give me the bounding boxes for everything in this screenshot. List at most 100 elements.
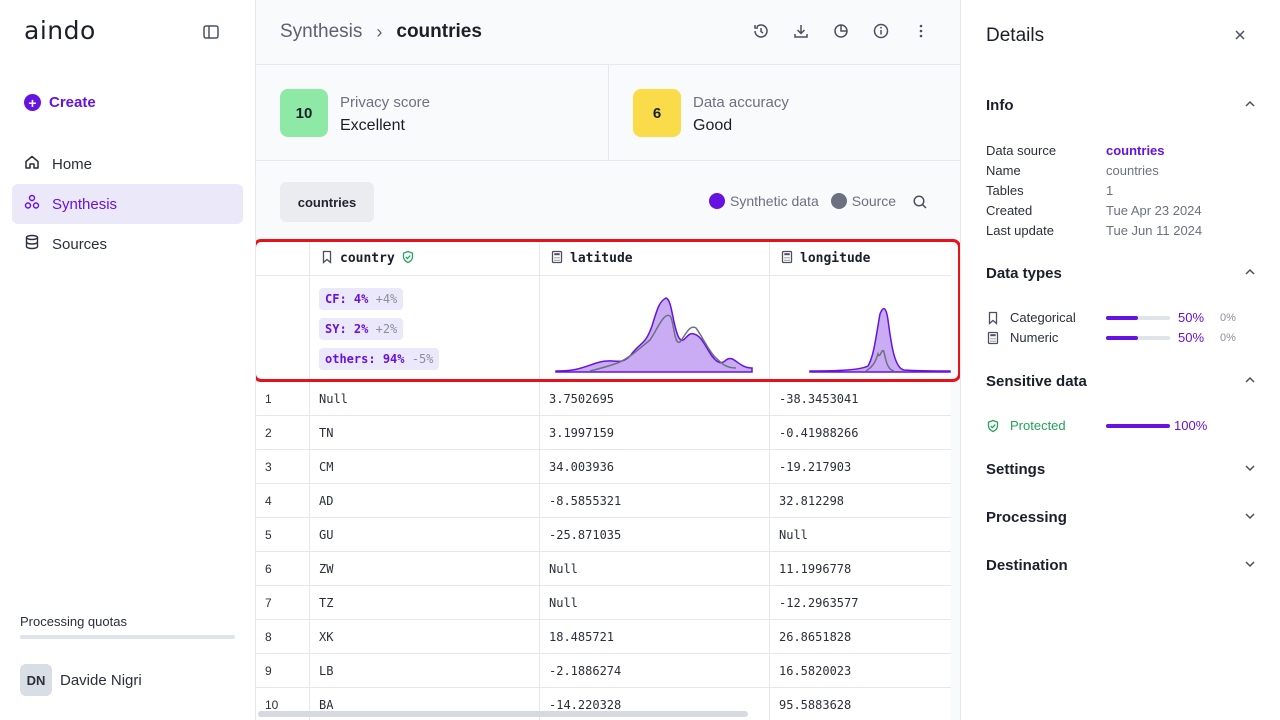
legend-synthetic[interactable]: Synthetic data	[709, 193, 819, 209]
score-cards: 10 Privacy score Excellent 6 Data accura…	[256, 65, 960, 161]
longitude-density-plot	[809, 307, 951, 373]
calculator-icon	[780, 250, 794, 268]
chevron-up-icon	[1244, 373, 1256, 390]
row-number-header	[256, 242, 310, 276]
cell-latitude: -8.5855321	[540, 484, 770, 518]
data-type-categorical: Categorical 50% 0%	[986, 310, 1256, 325]
data-type-pct-secondary: 0%	[1220, 311, 1236, 324]
data-type-numeric: Numeric 50% 0%	[986, 330, 1256, 345]
info-key: Name	[986, 163, 1021, 178]
column-header-longitude[interactable]: longitude	[770, 242, 951, 276]
data-type-label: Categorical	[1010, 310, 1076, 325]
data-type-pct-secondary: 0%	[1220, 331, 1236, 344]
data-source-link[interactable]: countries	[1106, 143, 1165, 158]
cell-country: LB	[310, 654, 540, 688]
cell-longitude: -0.41988266	[770, 416, 951, 450]
row-number: 7	[256, 586, 310, 620]
column-header-latitude[interactable]: latitude	[540, 242, 770, 276]
search-icon[interactable]	[912, 194, 928, 210]
bookmark-icon	[320, 250, 334, 268]
sidebar-collapse-icon[interactable]	[202, 23, 220, 41]
category-pill: CF: 4% +4%	[319, 288, 404, 310]
cell-latitude: 3.1997159	[540, 416, 770, 450]
create-button[interactable]: + Create	[24, 94, 96, 111]
cell-longitude: 16.5820023	[770, 654, 951, 688]
details-title: Details	[986, 25, 1045, 46]
info-value: Tue Apr 23 2024	[1106, 203, 1202, 218]
history-icon[interactable]	[752, 22, 770, 40]
column-name: country	[340, 251, 395, 266]
table-row[interactable]: 3 CM 34.003936 -19.217903	[256, 450, 960, 484]
row-number: 6	[256, 552, 310, 586]
data-type-pct: 50%	[1178, 310, 1205, 325]
legend-synthetic-label: Synthetic data	[730, 193, 819, 209]
row-number: 9	[256, 654, 310, 688]
legend-source[interactable]: Source	[830, 193, 896, 209]
summary-spacer	[256, 276, 310, 382]
app-window: aindo + Create Home Synthesis Sources Pr…	[0, 0, 1280, 720]
table-row[interactable]: 9 LB -2.1886274 16.5820023	[256, 654, 960, 688]
chevron-down-icon	[1244, 557, 1256, 574]
section-sensitive-data[interactable]: Sensitive data	[986, 373, 1256, 390]
synthesis-icon	[24, 194, 40, 214]
accuracy-score-badge: 6	[633, 89, 681, 137]
sidebar-item-home[interactable]: Home	[12, 144, 243, 184]
breadcrumb-synthesis[interactable]: Synthesis	[280, 21, 362, 43]
processing-quotas-bar	[20, 635, 235, 639]
column-header-country[interactable]: country	[310, 242, 540, 276]
download-icon[interactable]	[792, 22, 810, 40]
chevron-up-icon	[1244, 265, 1256, 282]
sidebar-item-synthesis[interactable]: Synthesis	[12, 184, 243, 224]
cell-latitude: 34.003936	[540, 450, 770, 484]
main-content: Synthesis › countries 10 Privacy score E…	[256, 0, 960, 720]
cell-country: CM	[310, 450, 540, 484]
section-info[interactable]: Info	[986, 97, 1256, 114]
cell-latitude: -2.1886274	[540, 654, 770, 688]
sidebar-item-sources[interactable]: Sources	[12, 224, 243, 264]
sidebar-item-label: Sources	[52, 235, 108, 253]
info-key: Last update	[986, 223, 1054, 238]
table-row[interactable]: 5 GU -25.871035 Null	[256, 518, 960, 552]
info-value: countries	[1106, 163, 1159, 178]
sensitive-protected: Protected 100%	[986, 418, 1256, 433]
cell-latitude: Null	[540, 552, 770, 586]
section-settings[interactable]: Settings	[986, 461, 1256, 478]
more-vertical-icon[interactable]	[912, 22, 930, 40]
close-icon[interactable]	[1233, 28, 1247, 42]
section-processing[interactable]: Processing	[986, 509, 1256, 526]
country-pills: CF: 4% +4% SY: 2% +2% others: 94% -5%	[310, 276, 539, 370]
table-row[interactable]: 2 TN 3.1997159 -0.41988266	[256, 416, 960, 450]
sensitive-bar	[1106, 423, 1170, 428]
row-number: 8	[256, 620, 310, 654]
section-destination-title: Destination	[986, 557, 1068, 574]
source-dot-icon	[830, 193, 847, 209]
cell-latitude: 3.7502695	[540, 382, 770, 416]
table-row[interactable]: 1 Null 3.7502695 -38.3453041	[256, 382, 960, 416]
table-row[interactable]: 6 ZW Null 11.1996778	[256, 552, 960, 586]
calculator-icon	[550, 250, 564, 268]
section-data-types[interactable]: Data types	[986, 265, 1256, 282]
tab-countries[interactable]: countries	[280, 182, 374, 222]
table-header-row: country latitude longitude	[256, 242, 960, 276]
column-name: latitude	[570, 251, 633, 266]
horizontal-scrollbar[interactable]	[258, 711, 748, 717]
table-row[interactable]: 8 XK 18.485721 26.8651828	[256, 620, 960, 654]
user-menu[interactable]: DN Davide Nigri	[20, 664, 142, 696]
cell-latitude: 18.485721	[540, 620, 770, 654]
sensitive-label: Protected	[1010, 418, 1066, 433]
pie-chart-icon[interactable]	[832, 22, 850, 40]
table-row[interactable]: 4 AD -8.5855321 32.812298	[256, 484, 960, 518]
row-number: 2	[256, 416, 310, 450]
cell-longitude: 11.1996778	[770, 552, 951, 586]
chevron-down-icon	[1244, 461, 1256, 478]
row-number: 5	[256, 518, 310, 552]
section-destination[interactable]: Destination	[986, 557, 1256, 574]
bookmark-icon	[986, 311, 1000, 325]
latitude-distribution	[540, 276, 770, 382]
info-icon[interactable]	[872, 22, 890, 40]
row-number: 4	[256, 484, 310, 518]
section-sensitive-title: Sensitive data	[986, 373, 1087, 390]
country-summary: CF: 4% +4% SY: 2% +2% others: 94% -5%	[310, 276, 540, 382]
shield-check-icon	[986, 419, 1000, 433]
table-row[interactable]: 7 TZ Null -12.2963577	[256, 586, 960, 620]
